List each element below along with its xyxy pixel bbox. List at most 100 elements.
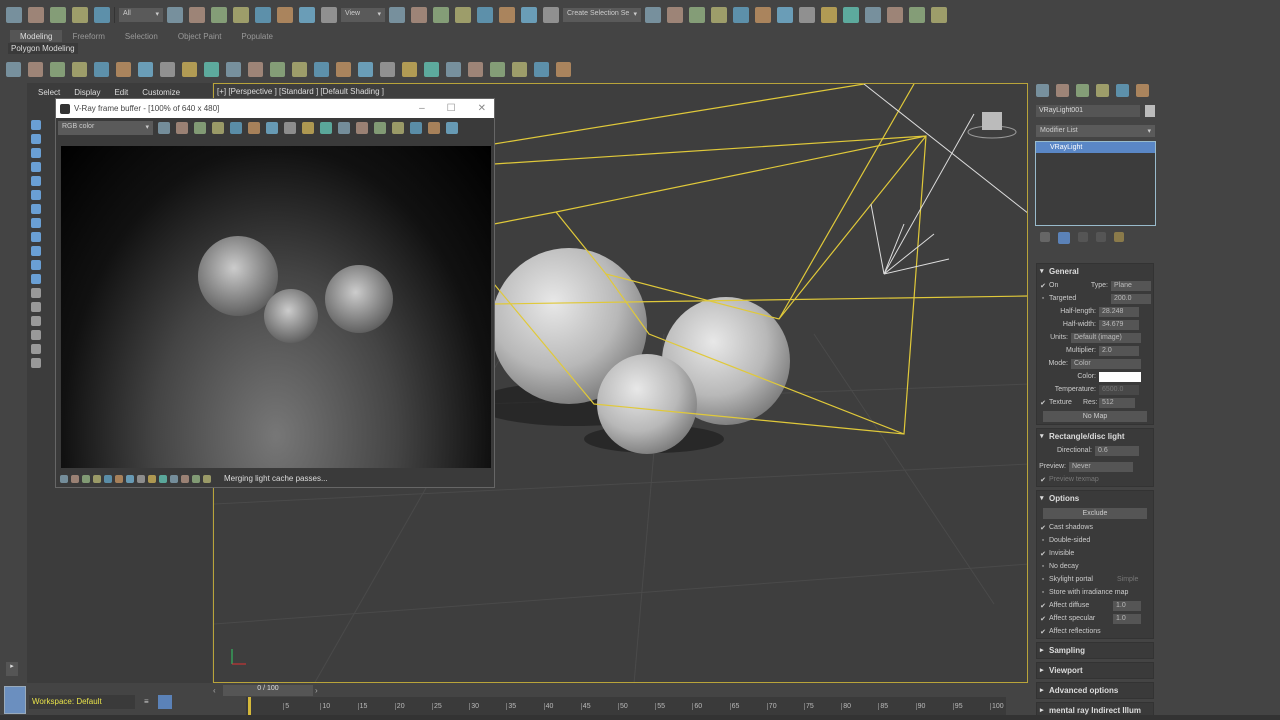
rect-disc-header[interactable]: Rectangle/disc light xyxy=(1037,429,1153,444)
temperature-spinner[interactable]: 6500.0 xyxy=(1099,384,1139,395)
hist-icon[interactable] xyxy=(60,474,68,483)
expand-arrow-icon[interactable]: ▸ xyxy=(6,662,18,676)
option-checkbox[interactable]: ✔ xyxy=(1037,615,1049,623)
dome-icon[interactable] xyxy=(138,61,153,77)
ribbon-tab[interactable]: Modeling xyxy=(10,30,63,42)
time-slider-thumb[interactable]: 0 / 100 xyxy=(223,685,313,696)
explorer-filter-icon[interactable] xyxy=(31,190,41,200)
ribbon-tab[interactable]: Freeform xyxy=(62,30,114,42)
white-sphere-icon[interactable] xyxy=(230,122,242,134)
exclude-button[interactable]: Exclude xyxy=(1043,508,1147,519)
sphere[interactable] xyxy=(597,354,697,454)
explorer-filter-icon[interactable] xyxy=(31,302,41,312)
stack-item-vraylight[interactable]: VRayLight xyxy=(1036,142,1155,153)
minimize-icon[interactable]: – xyxy=(419,103,425,114)
compare-icon[interactable] xyxy=(126,474,134,483)
explorer-filter-icon[interactable] xyxy=(31,148,41,158)
color-balance-icon[interactable] xyxy=(158,122,170,134)
plane-light-icon[interactable] xyxy=(182,61,197,77)
explorer-menu-item[interactable]: Customize xyxy=(142,88,180,97)
lut-icon[interactable] xyxy=(71,474,79,483)
preview-texmap-checkbox[interactable]: ✔ xyxy=(1037,476,1049,484)
rollout-header[interactable]: Sampling xyxy=(1037,643,1153,658)
maximize-icon[interactable]: ☐ xyxy=(447,103,456,114)
mode-dropdown[interactable]: Color xyxy=(1071,358,1141,369)
fur-icon[interactable] xyxy=(336,61,351,77)
explorer-filter-icon[interactable] xyxy=(31,344,41,354)
current-frame-marker[interactable] xyxy=(248,697,251,715)
options-header[interactable]: Options xyxy=(1037,491,1153,506)
explorer-filter-icon[interactable] xyxy=(31,162,41,172)
ribbon-icon[interactable] xyxy=(733,7,749,23)
object-color-swatch[interactable] xyxy=(1145,105,1155,117)
time-slider[interactable]: ‹ 0 / 100 › xyxy=(213,684,1028,697)
multiplier-spinner[interactable]: 2.0 xyxy=(1099,345,1139,356)
option-spinner[interactable]: 1.0 xyxy=(1113,613,1141,624)
explorer-menu-item[interactable]: Edit xyxy=(114,88,128,97)
stamp-icon[interactable] xyxy=(115,474,123,483)
hierarchy-icon[interactable] xyxy=(1076,84,1089,97)
general-header[interactable]: General xyxy=(1037,264,1153,279)
render-message-icon[interactable] xyxy=(72,61,87,77)
cone-light-icon[interactable] xyxy=(270,61,285,77)
material-editor-icon[interactable] xyxy=(821,7,837,23)
polygon-modeling-panel[interactable]: Polygon Modeling xyxy=(8,43,78,54)
pin-stack-icon[interactable] xyxy=(1040,232,1050,242)
explorer-filter-icon[interactable] xyxy=(31,358,41,368)
teapot-icon[interactable] xyxy=(6,61,21,77)
prev-frame-icon[interactable]: ‹ xyxy=(213,686,223,695)
vray-light-lister-icon[interactable] xyxy=(94,61,109,77)
ocio-icon[interactable] xyxy=(82,474,90,483)
schematic-view-icon[interactable] xyxy=(799,7,815,23)
explorer-filter-icon[interactable] xyxy=(31,316,41,326)
camera-icon[interactable] xyxy=(116,61,131,77)
snap-3d-icon[interactable] xyxy=(455,7,471,23)
render-setup-icon[interactable] xyxy=(50,61,65,77)
sun-icon[interactable] xyxy=(292,61,307,77)
particles-icon[interactable] xyxy=(358,61,373,77)
correction-icon[interactable] xyxy=(181,474,189,483)
mesh-light-icon[interactable] xyxy=(226,61,241,77)
explorer-filter-icon[interactable] xyxy=(31,288,41,298)
viewport-layout-button[interactable] xyxy=(4,686,26,714)
viewport-label[interactable]: [+] [Perspective ] [Standard ] [Default … xyxy=(217,87,384,96)
scene-explorer-icon[interactable] xyxy=(689,7,705,23)
ribbon-tab[interactable]: Object Paint xyxy=(168,30,232,42)
explorer-filter-icon[interactable] xyxy=(31,232,41,242)
rollout-header[interactable]: Advanced options xyxy=(1037,683,1153,698)
option-checkbox[interactable]: ✔ xyxy=(1037,602,1049,610)
color-swatch[interactable] xyxy=(1099,371,1141,382)
teapot-icon[interactable] xyxy=(374,122,386,134)
bucket-icon[interactable] xyxy=(192,474,200,483)
option-checkbox[interactable]: ✔ xyxy=(1037,628,1049,636)
rendered-image[interactable] xyxy=(61,146,491,468)
units-dropdown[interactable]: Default (image) xyxy=(1071,332,1141,343)
res-spinner[interactable]: 512 xyxy=(1099,397,1135,408)
render-icon[interactable] xyxy=(887,7,903,23)
motion-icon[interactable] xyxy=(1096,84,1109,97)
redo-icon[interactable] xyxy=(28,7,44,23)
material-icon[interactable] xyxy=(534,61,549,77)
lens-icon[interactable] xyxy=(104,474,112,483)
option-checkbox[interactable]: ✔ xyxy=(1037,524,1049,532)
region-icon[interactable] xyxy=(338,122,350,134)
spinner-snap-icon[interactable] xyxy=(521,7,537,23)
link-icon[interactable] xyxy=(50,7,66,23)
move-icon[interactable] xyxy=(255,7,271,23)
explorer-filter-icon[interactable] xyxy=(31,176,41,186)
explorer-filter-icon[interactable] xyxy=(31,218,41,228)
rotate-icon[interactable] xyxy=(277,7,293,23)
layer-icon[interactable]: ≡ xyxy=(144,697,152,707)
option-spinner[interactable]: 1.0 xyxy=(1113,600,1141,611)
rendered-frame-icon[interactable] xyxy=(865,7,881,23)
explorer-filter-icon[interactable] xyxy=(31,330,41,340)
grid-icon[interactable] xyxy=(931,7,947,23)
next-frame-icon[interactable]: › xyxy=(315,686,325,695)
render-setup-icon[interactable] xyxy=(843,7,859,23)
clipboard-icon[interactable] xyxy=(302,122,314,134)
no-map-button[interactable]: No Map xyxy=(1043,411,1147,422)
open-icon[interactable] xyxy=(284,122,296,134)
red-channel-icon[interactable] xyxy=(176,122,188,134)
bind-space-warp-icon[interactable] xyxy=(94,7,110,23)
rollout-header[interactable]: Viewport xyxy=(1037,663,1153,678)
